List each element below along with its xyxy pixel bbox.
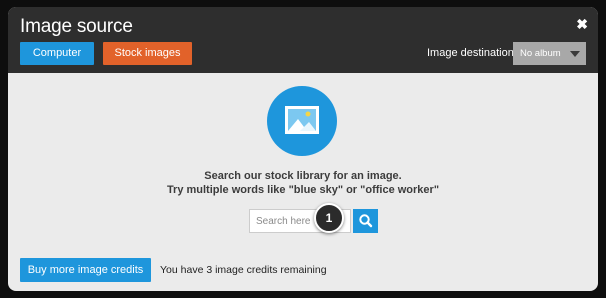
album-select[interactable]: No album xyxy=(513,42,586,65)
image-source-dialog: Image source ✖ Computer Stock images Ima… xyxy=(8,7,598,291)
computer-button[interactable]: Computer xyxy=(20,42,94,65)
search-icon xyxy=(359,214,373,228)
dialog-title: Image source xyxy=(20,16,133,37)
credits-remaining-text: You have 3 image credits remaining xyxy=(160,264,327,276)
stock-images-button[interactable]: Stock images xyxy=(103,42,192,65)
step-badge: 1 xyxy=(314,203,344,233)
image-destination-label: Image destination xyxy=(427,47,514,59)
search-instructions-line2: Try multiple words like "blue sky" or "o… xyxy=(166,184,440,196)
chevron-down-icon xyxy=(570,51,580,57)
image-placeholder-icon xyxy=(267,86,337,156)
search-instructions-line1: Search our stock library for an image. xyxy=(204,170,402,182)
album-select-value: No album xyxy=(520,48,561,59)
buy-credits-button[interactable]: Buy more image credits xyxy=(20,258,151,282)
dialog-header: Image source ✖ Computer Stock images Ima… xyxy=(8,7,598,73)
close-icon[interactable]: ✖ xyxy=(576,16,588,33)
search-button[interactable] xyxy=(353,209,378,233)
